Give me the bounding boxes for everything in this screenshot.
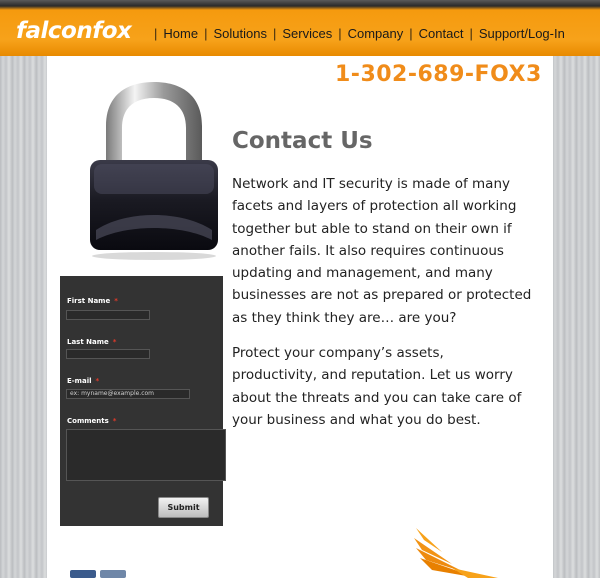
nav-item-company[interactable]: Company — [348, 26, 404, 41]
nav-item-home[interactable]: Home — [163, 26, 198, 41]
first-name-label: First Name * — [67, 297, 118, 305]
required-marker: * — [114, 297, 118, 305]
nav-item-solutions[interactable]: Solutions — [213, 26, 266, 41]
facebook-icon[interactable] — [70, 570, 96, 578]
required-marker: * — [112, 338, 117, 346]
nav-separator: | — [409, 26, 413, 41]
main-nav: | Home | Solutions | Services | Company … — [148, 26, 565, 41]
required-marker: * — [112, 417, 117, 425]
contact-form: First Name * Last Name * E-mail * ex: mynam… — [60, 276, 226, 526]
page-title: Contact Us — [232, 128, 373, 154]
required-marker: * — [95, 377, 100, 385]
first-name-field[interactable] — [66, 310, 150, 320]
closing-paragraph: Protect your company’s assets, productiv… — [232, 345, 522, 428]
padlock-icon — [90, 82, 218, 260]
comments-textarea[interactable] — [66, 429, 226, 481]
last-name-label: Last Name * — [67, 338, 117, 346]
nav-separator: | — [469, 26, 473, 41]
email-label: E-mail * — [67, 377, 100, 385]
nav-separator: | — [154, 26, 158, 41]
social-icon[interactable] — [100, 570, 126, 578]
comments-label: Comments * — [67, 417, 117, 425]
nav-separator: | — [272, 26, 277, 41]
submit-button[interactable]: Submit — [158, 497, 209, 518]
falcon-wing-icon — [414, 528, 498, 578]
header-bar: falconfox | Home | Solutions | Services … — [0, 0, 600, 56]
nav-item-support-login[interactable]: Support/Log-In — [479, 26, 565, 41]
last-name-field[interactable] — [66, 349, 150, 359]
intro-paragraph: Network and IT security is made of many … — [232, 176, 532, 326]
falconfox-logo[interactable]: falconfox — [16, 18, 132, 44]
nav-item-services[interactable]: Services — [282, 26, 332, 41]
nav-separator: | — [338, 26, 342, 41]
nav-item-contact[interactable]: Contact — [419, 26, 464, 41]
email-field[interactable]: ex: myname@example.com — [66, 389, 190, 399]
phone-number[interactable]: 1-302-689-FOX3 — [335, 62, 542, 87]
nav-separator: | — [204, 26, 208, 41]
